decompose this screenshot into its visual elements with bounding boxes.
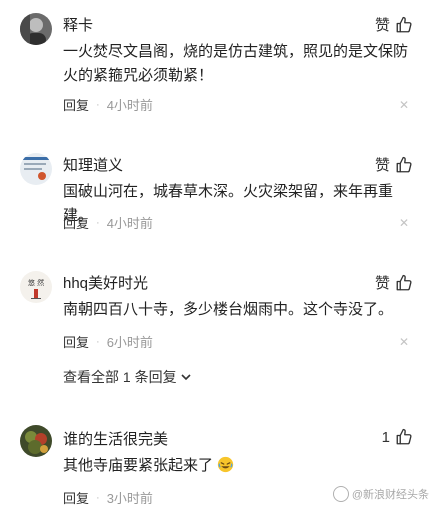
like-count: 1 xyxy=(381,428,390,446)
avatar-text: 悠 然 xyxy=(28,278,44,287)
laughing-emoji-icon xyxy=(218,456,234,473)
comment-username[interactable]: 释卡 xyxy=(63,14,93,35)
comment-meta: 回复 · 4小时前 xyxy=(63,213,153,232)
reply-button[interactable]: 回复 xyxy=(63,95,89,114)
avatar[interactable]: 悠 然 xyxy=(20,271,52,303)
separator-dot: · xyxy=(96,335,100,348)
comment-username[interactable]: hhq美好时光 xyxy=(63,272,148,293)
comment-username[interactable]: 谁的生活很完美 xyxy=(63,428,168,449)
comment-time: 6小时前 xyxy=(106,335,153,350)
thumbs-up-icon xyxy=(396,156,412,172)
like-button[interactable]: 赞 xyxy=(375,272,413,293)
thumbs-up-icon xyxy=(396,274,412,290)
comment-content: 其他寺庙要紧张起来了 xyxy=(63,454,417,478)
close-icon[interactable]: ✕ xyxy=(399,216,409,230)
avatar[interactable] xyxy=(20,13,52,45)
separator-dot: · xyxy=(96,491,100,504)
like-label: 赞 xyxy=(374,157,390,174)
like-button[interactable]: 赞 xyxy=(375,14,413,35)
comment-text: 其他寺庙要紧张起来了 xyxy=(63,457,214,474)
watermark-text: @新浪财经头条 xyxy=(351,489,429,501)
comment-meta: 回复 · 3小时前 xyxy=(63,488,153,507)
view-all-replies-button[interactable]: 查看全部 1 条回复 xyxy=(63,367,192,387)
watermark-logo-icon xyxy=(332,486,349,502)
comment-time: 4小时前 xyxy=(106,216,153,231)
comment-content: 一火焚尽文昌阁，烧的是仿古建筑，照见的是文保防火的紧箍咒必须勒紧！ xyxy=(63,43,409,84)
avatar[interactable] xyxy=(20,153,52,185)
comment-meta: 回复 · 6小时前 xyxy=(63,332,153,351)
like-button[interactable]: 赞 xyxy=(375,154,413,175)
view-all-replies-label: 查看全部 1 条回复 xyxy=(63,369,177,385)
like-label: 赞 xyxy=(374,275,390,292)
comment-meta: 回复 · 4小时前 xyxy=(63,95,153,114)
reply-button[interactable]: 回复 xyxy=(63,213,89,232)
reply-button[interactable]: 回复 xyxy=(63,488,89,507)
close-icon[interactable]: ✕ xyxy=(399,98,409,112)
avatar[interactable] xyxy=(20,425,52,457)
comment-time: 3小时前 xyxy=(106,491,153,506)
comment-time: 4小时前 xyxy=(106,98,153,113)
comment-username[interactable]: 知理道义 xyxy=(63,154,123,175)
thumbs-up-icon xyxy=(396,16,412,32)
like-button[interactable]: 1 xyxy=(382,428,413,446)
thumbs-up-icon xyxy=(396,428,412,445)
close-icon[interactable]: ✕ xyxy=(399,335,409,349)
separator-dot: · xyxy=(96,98,100,111)
chevron-down-icon xyxy=(181,374,191,381)
separator-dot: · xyxy=(96,216,100,229)
like-label: 赞 xyxy=(374,17,390,34)
reply-button[interactable]: 回复 xyxy=(63,332,89,351)
watermark: @新浪财经头条 xyxy=(332,486,429,502)
comment-content: 南朝四百八十寺，多少楼台烟雨中。这个寺没了。 xyxy=(63,301,394,318)
